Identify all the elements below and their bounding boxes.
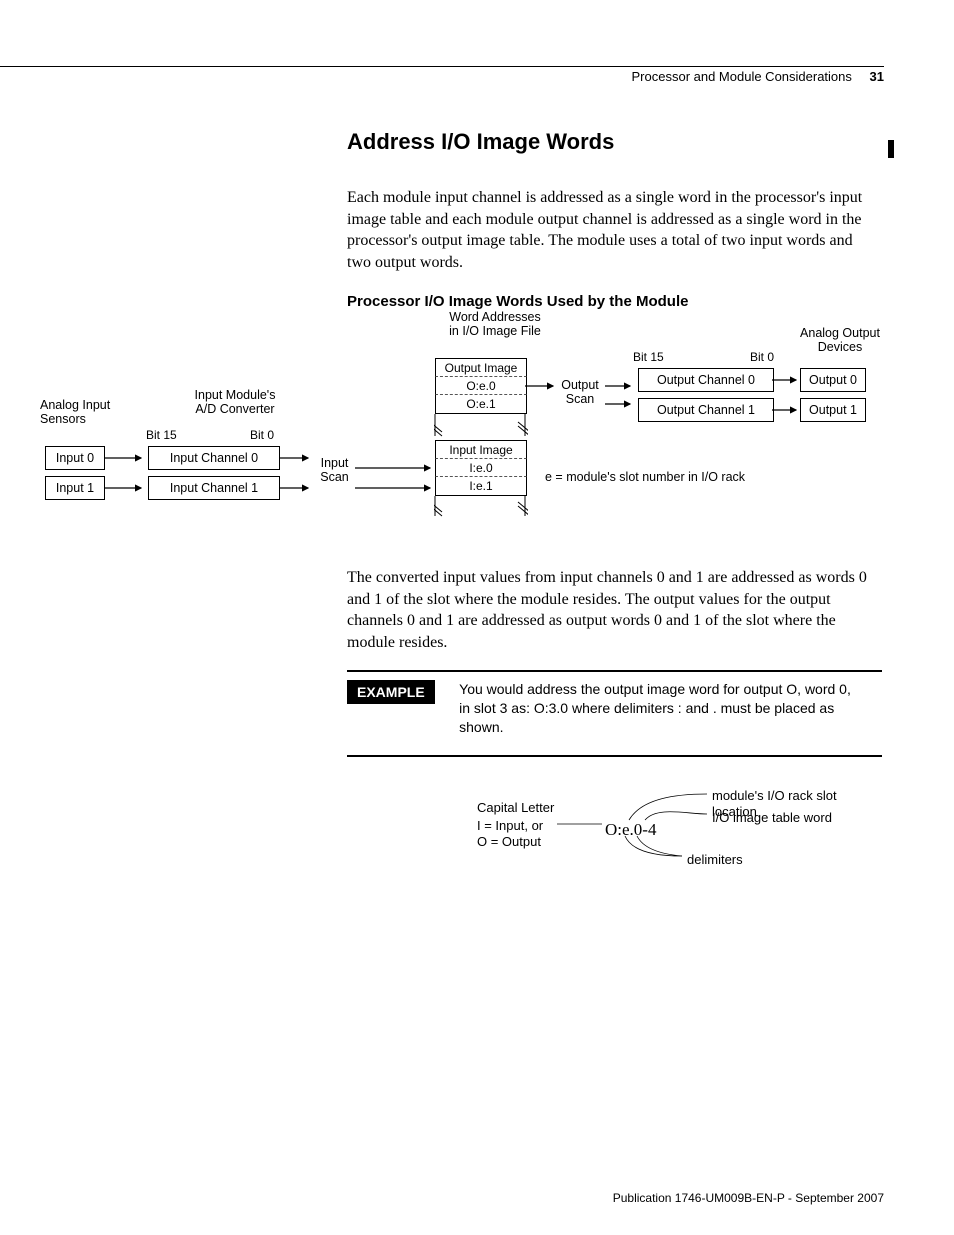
- page-number: 31: [870, 69, 884, 84]
- output-label: O = Output: [477, 834, 541, 850]
- page-title: Address I/O Image Words: [347, 129, 614, 155]
- output-0-box: Output 0: [800, 368, 866, 392]
- analog-input-sensors-label: Analog Input Sensors: [40, 398, 130, 427]
- bit15-label: Bit 15: [633, 350, 664, 364]
- ie1-box: I:e.1: [435, 476, 527, 496]
- publication-footer: Publication 1746-UM009B-EN-P - September…: [613, 1191, 884, 1205]
- input-1-box: Input 1: [45, 476, 105, 500]
- output-scan-arrows: [525, 368, 635, 418]
- converted-values-paragraph: The converted input values from input ch…: [347, 567, 877, 653]
- example-block: EXAMPLE You would address the output ima…: [347, 670, 882, 757]
- ad-converter-label: Input Module's A/D Converter: [175, 388, 295, 417]
- break-mark-top: [434, 412, 528, 442]
- addr-leaders: [547, 786, 807, 876]
- bit0-label: Bit 0: [750, 350, 774, 364]
- example-badge: EXAMPLE: [347, 680, 435, 704]
- example-text: You would address the output image word …: [459, 680, 864, 737]
- output-image-header: Output Image: [435, 358, 527, 378]
- input-scan-label: Input Scan: [312, 456, 357, 485]
- intro-paragraph: Each module input channel is addressed a…: [347, 187, 877, 273]
- scan-image-arrows: [355, 446, 435, 506]
- oe1-box: O:e.1: [435, 394, 527, 414]
- address-annotation-diagram: Capital Letter I = Input, or O = Output …: [347, 790, 882, 900]
- output-device-arrows: [772, 368, 802, 428]
- word-addresses-label: Word Addresses in I/O Image File: [435, 310, 555, 339]
- io-image-diagram: Word Addresses in I/O Image File Bit 15 …: [50, 308, 890, 538]
- output-channel-1: Output Channel 1: [638, 398, 774, 422]
- input-or-label: I = Input, or: [477, 818, 543, 834]
- input-image-header: Input Image: [435, 440, 527, 460]
- revision-marker: [888, 140, 894, 158]
- output-1-box: Output 1: [800, 398, 866, 422]
- output-channel-0: Output Channel 0: [638, 368, 774, 392]
- capital-letter-label: Capital Letter: [477, 800, 554, 816]
- ie0-box: I:e.0: [435, 458, 527, 478]
- page-header: Processor and Module Considerations 31: [0, 66, 884, 84]
- bit15-left: Bit 15: [146, 428, 177, 442]
- ch-scan-arrows: [278, 446, 313, 506]
- analog-output-devices-label: Analog Output Devices: [795, 326, 885, 355]
- bit0-left: Bit 0: [250, 428, 274, 442]
- section-name: Processor and Module Considerations: [632, 69, 852, 84]
- input-arrows-left: [103, 446, 148, 506]
- slot-note: e = module's slot number in I/O rack: [545, 470, 775, 484]
- oe0-box: O:e.0: [435, 376, 527, 396]
- input-0-box: Input 0: [45, 446, 105, 470]
- input-channel-1: Input Channel 1: [148, 476, 280, 500]
- input-channel-0: Input Channel 0: [148, 446, 280, 470]
